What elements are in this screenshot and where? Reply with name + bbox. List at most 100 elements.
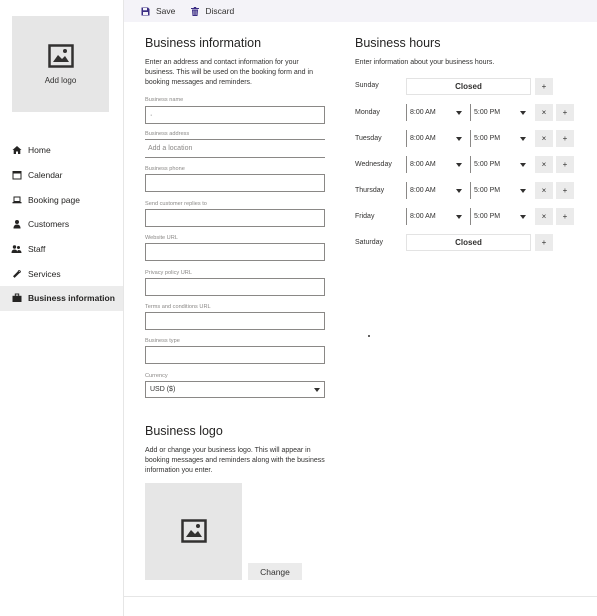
currency-select[interactable]: USD ($)	[145, 381, 325, 398]
sidebar-item-booking-page[interactable]: Booking page	[0, 187, 123, 212]
tuesday-end-select[interactable]: 5:00 PM	[470, 130, 530, 147]
chevron-down-icon	[456, 110, 462, 115]
chevron-down-icon	[456, 136, 462, 141]
chevron-down-icon	[520, 162, 526, 167]
sunday-closed: Closed	[406, 78, 531, 95]
chevron-down-icon	[520, 188, 526, 193]
sidebar-item-label: Services	[28, 268, 61, 279]
monday-start-value: 8:00 AM	[410, 109, 436, 116]
laptop-icon	[11, 194, 22, 205]
thursday-add-button[interactable]: +	[556, 182, 574, 199]
chevron-down-icon	[520, 136, 526, 141]
tuesday-end-value: 5:00 PM	[474, 135, 501, 142]
saturday-closed: Closed	[406, 234, 531, 251]
business-name-input[interactable]	[145, 106, 325, 124]
chevron-down-icon	[520, 110, 526, 115]
sunday-add-button[interactable]: +	[535, 78, 553, 95]
change-logo-button[interactable]: Change	[248, 563, 302, 580]
business-hours-description: Enter information about your business ho…	[355, 59, 495, 66]
sidebar-nav: Home Calendar Booking page Customers Sta…	[0, 138, 123, 311]
tuesday-start-value: 8:00 AM	[410, 135, 436, 142]
day-label-saturday: Saturday	[355, 239, 384, 246]
day-label-friday: Friday	[355, 213, 375, 220]
friday-add-button[interactable]: +	[556, 208, 574, 225]
business-address-placeholder: Add a location	[148, 144, 193, 152]
terms-url-input[interactable]	[145, 312, 325, 330]
image-icon	[180, 518, 207, 545]
business-phone-input[interactable]	[145, 174, 325, 192]
thursday-start-value: 8:00 AM	[410, 187, 436, 194]
thursday-start-select[interactable]: 8:00 AM	[406, 182, 466, 199]
wednesday-remove-button[interactable]: ×	[535, 156, 553, 173]
monday-add-button[interactable]: +	[556, 104, 574, 121]
day-label-sunday: Sunday	[355, 82, 379, 89]
monday-end-value: 5:00 PM	[474, 109, 501, 116]
privacy-url-input[interactable]	[145, 278, 325, 296]
currency-value: USD ($)	[150, 386, 176, 393]
thursday-remove-button[interactable]: ×	[535, 182, 553, 199]
wednesday-add-button[interactable]: +	[556, 156, 574, 173]
sidebar-item-customers[interactable]: Customers	[0, 212, 123, 237]
tuesday-start-select[interactable]: 8:00 AM	[406, 130, 466, 147]
currency-label: Currency	[145, 373, 168, 379]
monday-end-select[interactable]: 5:00 PM	[470, 104, 530, 121]
calendar-icon	[11, 170, 22, 181]
sidebar-item-business-information[interactable]: Business information	[0, 286, 123, 311]
save-button[interactable]: Save	[141, 6, 175, 16]
wednesday-end-value: 5:00 PM	[474, 161, 501, 168]
sidebar-item-home[interactable]: Home	[0, 138, 123, 163]
business-type-input[interactable]	[145, 346, 325, 364]
save-icon	[141, 7, 150, 15]
business-phone-label: Business phone	[145, 166, 185, 172]
privacy-url-label: Privacy policy URL	[145, 270, 192, 276]
people-icon	[11, 244, 22, 255]
day-label-monday: Monday	[355, 109, 380, 116]
chevron-down-icon	[520, 214, 526, 219]
monday-remove-button[interactable]: ×	[535, 104, 553, 121]
sidebar-item-staff[interactable]: Staff	[0, 237, 123, 262]
tuesday-remove-button[interactable]: ×	[535, 130, 553, 147]
business-logo-image	[145, 483, 242, 580]
saturday-add-button[interactable]: +	[535, 234, 553, 251]
day-label-wednesday: Wednesday	[355, 161, 392, 168]
image-icon	[47, 43, 74, 70]
business-info-title: Business information	[145, 36, 262, 50]
day-label-thursday: Thursday	[355, 187, 385, 194]
person-icon	[11, 219, 22, 230]
friday-end-select[interactable]: 5:00 PM	[470, 208, 530, 225]
business-type-label: Business type	[145, 338, 180, 344]
day-label-tuesday: Tuesday	[355, 135, 382, 142]
friday-remove-button[interactable]: ×	[535, 208, 553, 225]
stray-dot	[368, 335, 370, 337]
send-replies-label: Send customer replies to	[145, 201, 207, 207]
monday-start-select[interactable]: 8:00 AM	[406, 104, 466, 121]
website-url-input[interactable]	[145, 243, 325, 261]
command-bar: Save Discard	[124, 0, 597, 22]
friday-end-value: 5:00 PM	[474, 213, 501, 220]
friday-start-select[interactable]: 8:00 AM	[406, 208, 466, 225]
trash-icon	[191, 6, 200, 16]
discard-button[interactable]: Discard	[191, 6, 234, 16]
wednesday-end-select[interactable]: 5:00 PM	[470, 156, 530, 173]
sidebar-item-calendar[interactable]: Calendar	[0, 163, 123, 188]
chevron-down-icon	[456, 188, 462, 193]
thursday-end-select[interactable]: 5:00 PM	[470, 182, 530, 199]
business-address-input[interactable]: Add a location	[145, 139, 325, 158]
chevron-down-icon	[314, 387, 320, 392]
send-replies-input[interactable]	[145, 209, 325, 227]
wrench-icon	[11, 268, 22, 279]
business-info-description: Enter an address and contact information…	[145, 59, 313, 86]
sidebar-item-label: Business information	[28, 293, 115, 304]
sidebar-item-label: Customers	[28, 219, 70, 230]
tuesday-add-button[interactable]: +	[556, 130, 574, 147]
sidebar-item-label: Staff	[28, 244, 46, 255]
home-icon	[11, 145, 22, 156]
sidebar-item-label: Calendar	[28, 170, 63, 181]
sidebar-item-services[interactable]: Services	[0, 261, 123, 286]
save-label: Save	[156, 6, 176, 16]
business-logo-description: Add or change your business logo. This w…	[145, 447, 325, 474]
wednesday-start-select[interactable]: 8:00 AM	[406, 156, 466, 173]
bottom-divider	[124, 596, 597, 597]
add-logo-button[interactable]: Add logo	[12, 16, 109, 112]
discard-label: Discard	[205, 6, 235, 16]
